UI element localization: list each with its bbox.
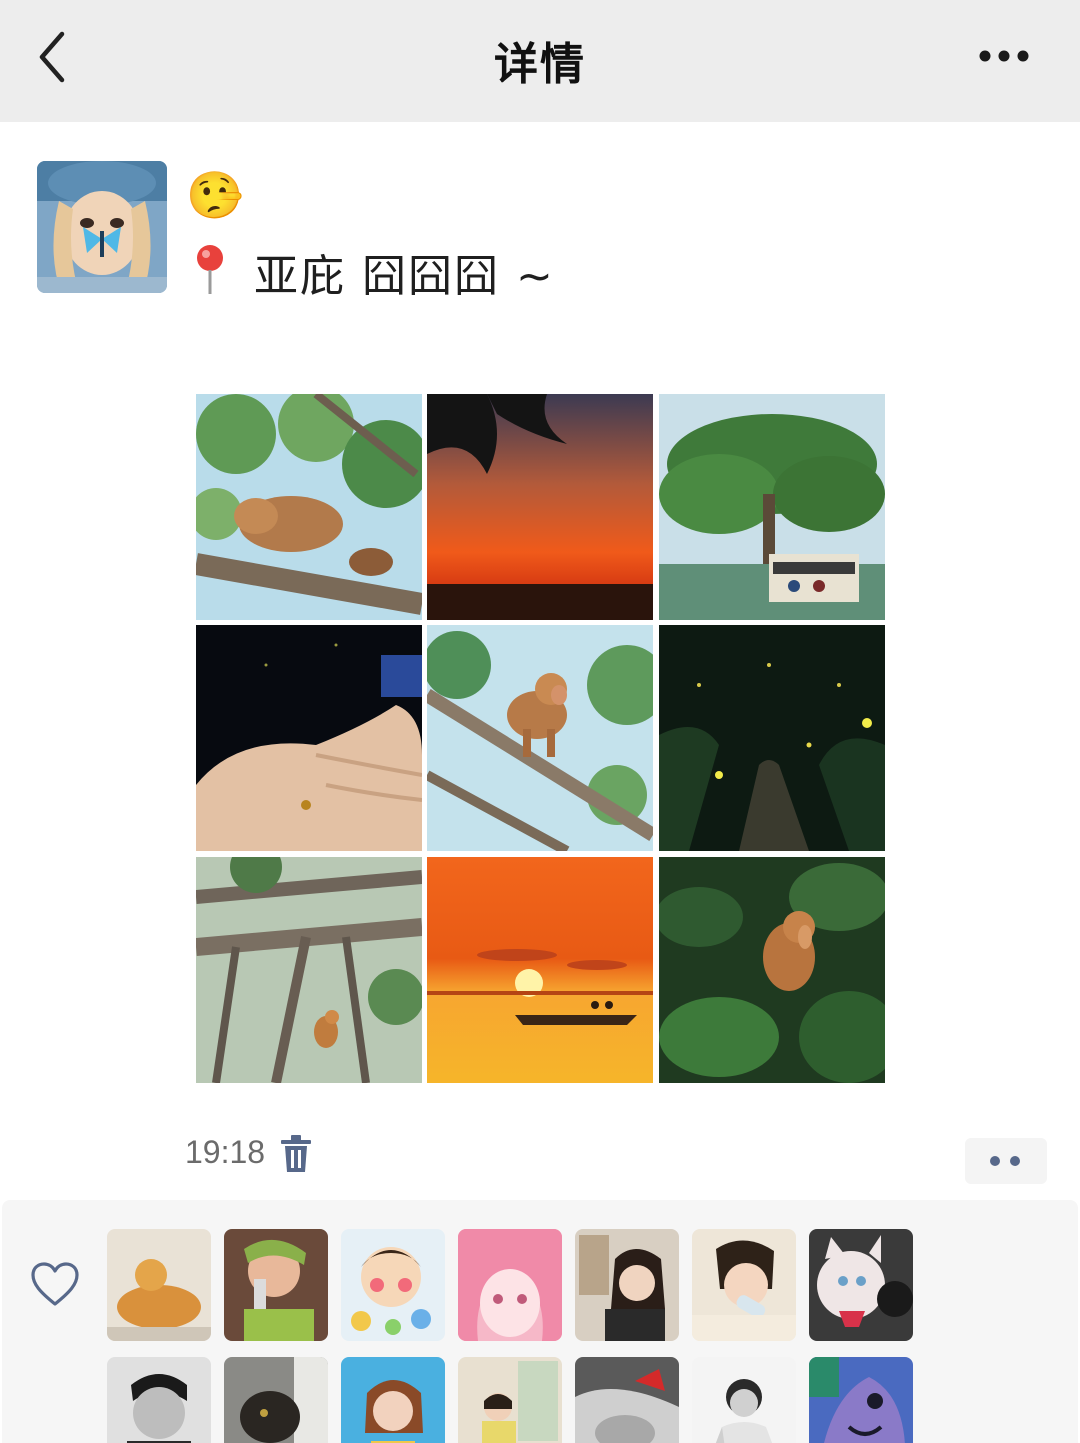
liker-avatar-cat-orange[interactable]: [107, 1229, 211, 1341]
photo-firefly-hand[interactable]: [196, 625, 422, 851]
more-button[interactable]: [968, 30, 1040, 82]
heart-outline-icon: [31, 1262, 79, 1306]
author-avatar[interactable]: [37, 161, 167, 293]
screen: 详情 🤥 亚庇 囧囧囧 ~ 19:18: [0, 0, 1080, 1443]
trash-icon[interactable]: [278, 1134, 314, 1174]
photo-sunset-palm[interactable]: [427, 394, 653, 620]
comment-like-button[interactable]: [965, 1138, 1047, 1184]
page-title: 详情: [494, 39, 586, 90]
liker-avatar-bw-hand[interactable]: [575, 1357, 679, 1443]
photo-monkey-on-branch[interactable]: [196, 394, 422, 620]
ellipsis-icon: [990, 1156, 1020, 1166]
liker-avatar-purple-cartoon[interactable]: [809, 1357, 913, 1443]
more-horizontal-icon: [979, 50, 1029, 62]
top-bar: 详情: [0, 0, 1080, 122]
photo-big-tree-boat[interactable]: [659, 394, 885, 620]
liker-avatar-cartoon-girl[interactable]: [341, 1229, 445, 1341]
post-timestamp: 19:18: [185, 1134, 266, 1170]
photo-monkey-in-leaves[interactable]: [659, 857, 885, 1083]
post-emoji: 🤥: [186, 168, 244, 222]
photo-sunset-boat[interactable]: [427, 857, 653, 1083]
post-text: 亚庇 囧囧囧 ~: [254, 251, 555, 302]
liker-avatar-woman-blue[interactable]: [341, 1357, 445, 1443]
liker-avatar-pink-anime[interactable]: [458, 1229, 562, 1341]
liker-avatar-cat-dark[interactable]: [224, 1357, 328, 1443]
liker-avatar-girl-drink[interactable]: [575, 1229, 679, 1341]
liker-avatar-baby-bottle[interactable]: [692, 1229, 796, 1341]
liker-avatar-boy-phone[interactable]: [224, 1229, 328, 1341]
photo-monkey-in-trees[interactable]: [196, 857, 422, 1083]
liker-avatar-cat-white[interactable]: [809, 1229, 913, 1341]
map-pin-icon: [197, 245, 223, 294]
likes-panel: [2, 1200, 1078, 1443]
liker-avatar-man-white[interactable]: [692, 1357, 796, 1443]
photo-fireflies-path[interactable]: [659, 625, 885, 851]
photo-grid: [196, 394, 886, 1084]
liker-avatar-man-bw[interactable]: [107, 1357, 211, 1443]
photo-proboscis-monkey[interactable]: [427, 625, 653, 851]
liker-avatar-girl-window[interactable]: [458, 1357, 562, 1443]
